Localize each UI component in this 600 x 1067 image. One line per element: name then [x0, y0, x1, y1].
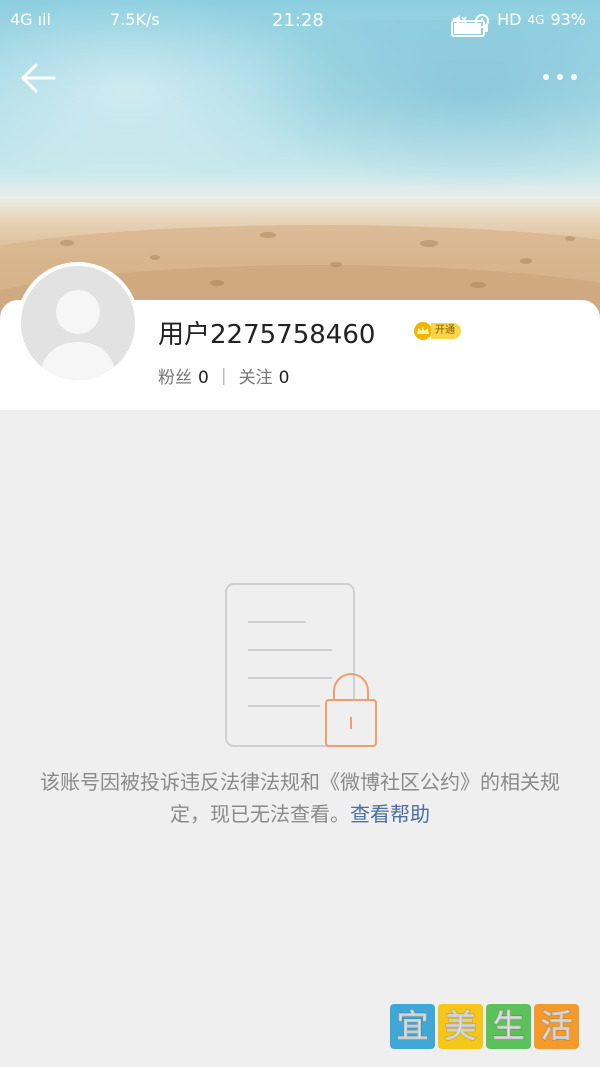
battery-percent: 93% [550, 10, 586, 29]
watermark-logo: 宜 美 生 活 [390, 1004, 579, 1049]
blocked-message-text: 该账号因被投诉违反法律法规和《微博社区公约》的相关规定，现已无法查看。 [40, 770, 560, 826]
fans-stat[interactable]: 粉丝 0 [158, 363, 209, 388]
fans-label: 粉丝 [158, 368, 192, 388]
default-avatar-icon [21, 266, 135, 380]
network-speed: 7.5K/s [110, 10, 160, 29]
following-label: 关注 [238, 368, 273, 388]
view-help-link[interactable]: 查看帮助 [350, 802, 430, 826]
account-blocked-message: 该账号因被投诉违反法律法规和《微博社区公约》的相关规定，现已无法查看。查看帮助 [40, 766, 560, 830]
status-bar: 4G ıll 7.5K/s 21:28 HD 4G 93% [0, 0, 600, 40]
vip-label: 开通 [431, 323, 461, 339]
stats-divider: | [220, 365, 227, 386]
back-arrow-icon[interactable] [18, 58, 58, 98]
clock: 21:28 [272, 10, 324, 31]
network-4g: 4G [527, 12, 545, 27]
locked-document-icon [225, 583, 377, 747]
username: 用户2275758460 [158, 320, 376, 350]
watermark-char: 活 [534, 1004, 579, 1049]
watermark-char: 宜 [390, 1004, 435, 1049]
following-count: 0 [278, 368, 290, 388]
watermark-char: 美 [438, 1004, 483, 1049]
following-stat[interactable]: 关注 0 [239, 363, 290, 388]
watermark-char: 生 [486, 1004, 531, 1049]
vip-badge[interactable]: 开通 [413, 321, 461, 341]
hd-indicator: HD [497, 10, 522, 29]
battery-icon [451, 20, 489, 37]
avatar[interactable] [17, 262, 139, 384]
signal-indicator: 4G ıll [10, 10, 51, 29]
crown-icon [414, 322, 432, 340]
profile-stats: 粉丝 0 | 关注 0 [158, 363, 290, 389]
status-right: HD 4G 93% [451, 10, 586, 37]
fans-count: 0 [198, 368, 209, 388]
more-dots-icon[interactable] [540, 62, 580, 92]
